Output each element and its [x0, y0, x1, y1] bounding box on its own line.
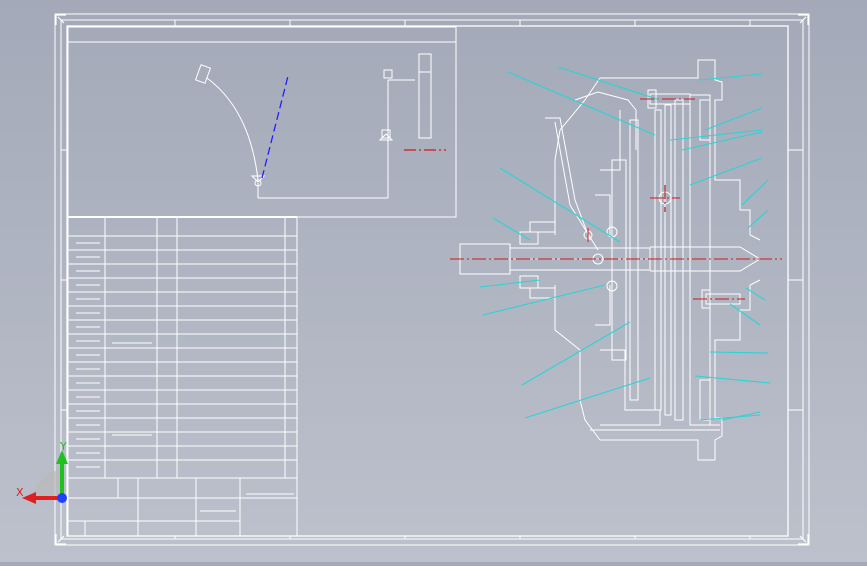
assembly-centerlines — [450, 98, 782, 300]
coordinate-triad-icon[interactable]: X Y — [14, 440, 84, 510]
triad-graphic — [22, 450, 68, 504]
triad-y-label: Y — [60, 440, 67, 453]
clutch-assembly-section — [459, 59, 761, 461]
triad-x-label: X — [16, 486, 24, 499]
sheet-border — [54, 13, 810, 546]
dimension-line — [261, 75, 289, 179]
parts-list-table — [67, 216, 298, 479]
sheet-corner-marker-icon — [55, 14, 809, 545]
drawing-viewport[interactable]: X Y — [0, 0, 867, 562]
title-block — [67, 477, 298, 537]
linkage-diagram — [67, 26, 457, 218]
drawing-canvas[interactable] — [0, 0, 867, 562]
